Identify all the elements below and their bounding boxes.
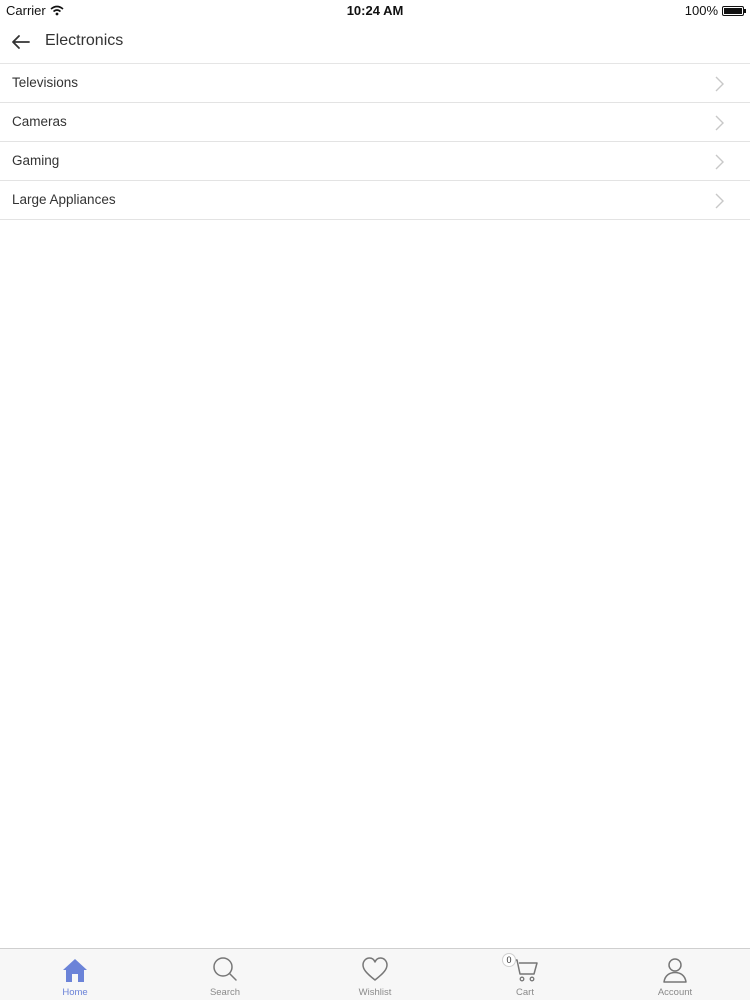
battery-percent: 100%	[684, 3, 718, 18]
tab-account[interactable]: Account	[600, 949, 750, 1001]
tab-home[interactable]: Home	[0, 949, 150, 1001]
tab-search[interactable]: Search	[150, 949, 300, 1001]
category-row-televisions[interactable]: Televisions	[0, 64, 750, 103]
category-row-gaming[interactable]: Gaming	[0, 142, 750, 181]
category-list: Televisions Cameras Gaming Large Applian…	[0, 64, 750, 220]
status-bar: Carrier 10:24 AM 100%	[0, 0, 750, 20]
category-row-large-appliances[interactable]: Large Appliances	[0, 181, 750, 220]
back-button[interactable]	[8, 29, 34, 55]
tab-wishlist[interactable]: Wishlist	[300, 949, 450, 1001]
battery-icon	[722, 5, 746, 16]
chevron-right-icon	[715, 76, 724, 92]
tab-label: Wishlist	[358, 987, 392, 998]
page-title: Electronics	[45, 32, 124, 49]
status-time: 10:24 AM	[346, 3, 404, 18]
home-icon	[63, 959, 87, 982]
chevron-right-icon	[715, 154, 724, 170]
category-label: Televisions	[12, 75, 79, 90]
cart-count-badge: 0	[502, 953, 516, 967]
tab-cart[interactable]: 0 Cart	[450, 949, 600, 1001]
tab-label: Home	[62, 987, 88, 998]
nav-header: Electronics	[0, 20, 750, 64]
tab-bar: Home Search Wishlist 0 Cart Account	[0, 948, 750, 1000]
tab-label: Search	[209, 987, 241, 998]
tab-label: Cart	[516, 987, 534, 998]
back-arrow-icon	[12, 35, 30, 49]
tab-label: Account	[657, 987, 693, 998]
heart-icon	[362, 957, 388, 981]
chevron-right-icon	[715, 193, 724, 209]
user-icon	[663, 958, 687, 983]
category-label: Large Appliances	[12, 192, 116, 207]
status-right: 100%	[684, 3, 746, 18]
chevron-right-icon	[715, 115, 724, 131]
category-label: Gaming	[12, 153, 60, 168]
category-row-cameras[interactable]: Cameras	[0, 103, 750, 142]
search-icon	[213, 957, 237, 981]
category-label: Cameras	[12, 114, 67, 129]
